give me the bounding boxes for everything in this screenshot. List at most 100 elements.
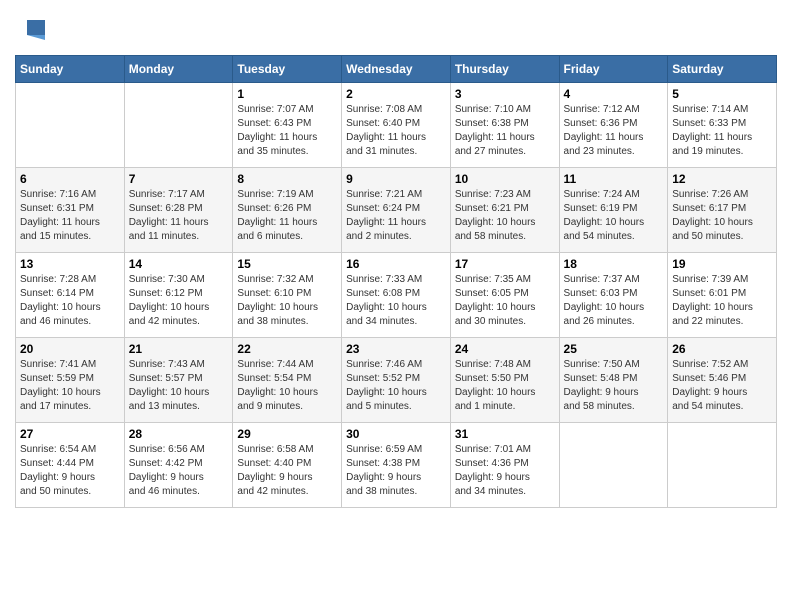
- day-cell: 24 Sunrise: 7:48 AM Sunset: 5:50 PM Dayli…: [450, 338, 559, 423]
- day-number: 24: [455, 342, 555, 356]
- day-detail: Sunrise: 7:24 AM Sunset: 6:19 PM Dayligh…: [564, 188, 664, 244]
- day-number: 26: [672, 342, 772, 356]
- day-cell: 3 Sunrise: 7:10 AM Sunset: 6:38 PM Daylig…: [450, 83, 559, 168]
- day-cell: 23 Sunrise: 7:46 AM Sunset: 5:52 PM Dayli…: [342, 338, 451, 423]
- week-row-2: 6 Sunrise: 7:16 AM Sunset: 6:31 PM Daylig…: [16, 168, 777, 253]
- day-cell: 10 Sunrise: 7:23 AM Sunset: 6:21 PM Dayli…: [450, 168, 559, 253]
- day-detail: Sunrise: 7:52 AM Sunset: 5:46 PM Dayligh…: [672, 358, 772, 414]
- day-cell: 30 Sunrise: 6:59 AM Sunset: 4:38 PM Dayli…: [342, 423, 451, 508]
- day-cell: 25 Sunrise: 7:50 AM Sunset: 5:48 PM Dayli…: [559, 338, 668, 423]
- day-cell: 20 Sunrise: 7:41 AM Sunset: 5:59 PM Dayli…: [16, 338, 125, 423]
- header-day-monday: Monday: [124, 56, 233, 83]
- day-number: 14: [129, 257, 229, 271]
- header-day-wednesday: Wednesday: [342, 56, 451, 83]
- day-number: 17: [455, 257, 555, 271]
- day-detail: Sunrise: 7:33 AM Sunset: 6:08 PM Dayligh…: [346, 273, 446, 329]
- day-detail: Sunrise: 7:46 AM Sunset: 5:52 PM Dayligh…: [346, 358, 446, 414]
- day-cell: 27Sunrise: 6:54 AM Sunset: 4:44 PM Dayli…: [16, 423, 125, 508]
- day-cell: 9 Sunrise: 7:21 AM Sunset: 6:24 PM Daylig…: [342, 168, 451, 253]
- day-cell: 11 Sunrise: 7:24 AM Sunset: 6:19 PM Dayli…: [559, 168, 668, 253]
- day-number: 10: [455, 172, 555, 186]
- day-detail: Sunrise: 7:50 AM Sunset: 5:48 PM Dayligh…: [564, 358, 664, 414]
- header-row: SundayMondayTuesdayWednesdayThursdayFrid…: [16, 56, 777, 83]
- day-cell: 5 Sunrise: 7:14 AM Sunset: 6:33 PM Daylig…: [668, 83, 777, 168]
- day-number: 30: [346, 427, 446, 441]
- day-detail: Sunrise: 7:39 AM Sunset: 6:01 PM Dayligh…: [672, 273, 772, 329]
- day-number: 5: [672, 87, 772, 101]
- day-detail: Sunrise: 7:14 AM Sunset: 6:33 PM Dayligh…: [672, 103, 772, 159]
- day-number: 31: [455, 427, 555, 441]
- day-detail: Sunrise: 6:54 AM Sunset: 4:44 PM Dayligh…: [20, 443, 120, 499]
- day-detail: Sunrise: 7:12 AM Sunset: 6:36 PM Dayligh…: [564, 103, 664, 159]
- day-detail: Sunrise: 7:16 AM Sunset: 6:31 PM Dayligh…: [20, 188, 120, 244]
- day-number: 23: [346, 342, 446, 356]
- day-detail: Sunrise: 6:59 AM Sunset: 4:38 PM Dayligh…: [346, 443, 446, 499]
- day-number: 3: [455, 87, 555, 101]
- day-detail: Sunrise: 7:28 AM Sunset: 6:14 PM Dayligh…: [20, 273, 120, 329]
- day-cell: [124, 83, 233, 168]
- header-day-tuesday: Tuesday: [233, 56, 342, 83]
- logo: [15, 15, 47, 45]
- day-detail: Sunrise: 7:17 AM Sunset: 6:28 PM Dayligh…: [129, 188, 229, 244]
- day-cell: 15Sunrise: 7:32 AM Sunset: 6:10 PM Dayli…: [233, 253, 342, 338]
- calendar-header: SundayMondayTuesdayWednesdayThursdayFrid…: [16, 56, 777, 83]
- day-cell: 6 Sunrise: 7:16 AM Sunset: 6:31 PM Daylig…: [16, 168, 125, 253]
- calendar-table: SundayMondayTuesdayWednesdayThursdayFrid…: [15, 55, 777, 508]
- day-cell: 26 Sunrise: 7:52 AM Sunset: 5:46 PM Dayli…: [668, 338, 777, 423]
- header-day-saturday: Saturday: [668, 56, 777, 83]
- day-number: 8: [237, 172, 337, 186]
- day-cell: 28 Sunrise: 6:56 AM Sunset: 4:42 PM Dayli…: [124, 423, 233, 508]
- day-detail: Sunrise: 7:37 AM Sunset: 6:03 PM Dayligh…: [564, 273, 664, 329]
- day-cell: 31 Sunrise: 7:01 AM Sunset: 4:36 PM Dayli…: [450, 423, 559, 508]
- day-number: 9: [346, 172, 446, 186]
- day-detail: Sunrise: 7:35 AM Sunset: 6:05 PM Dayligh…: [455, 273, 555, 329]
- day-number: 7: [129, 172, 229, 186]
- day-number: 19: [672, 257, 772, 271]
- day-detail: Sunrise: 7:07 AM Sunset: 6:43 PM Dayligh…: [237, 103, 337, 159]
- day-cell: 29 Sunrise: 6:58 AM Sunset: 4:40 PM Dayli…: [233, 423, 342, 508]
- day-cell: 19 Sunrise: 7:39 AM Sunset: 6:01 PM Dayli…: [668, 253, 777, 338]
- day-number: 29: [237, 427, 337, 441]
- day-number: 20: [20, 342, 120, 356]
- day-cell: 22 Sunrise: 7:44 AM Sunset: 5:54 PM Dayli…: [233, 338, 342, 423]
- day-number: 6: [20, 172, 120, 186]
- day-detail: Sunrise: 7:48 AM Sunset: 5:50 PM Dayligh…: [455, 358, 555, 414]
- day-cell: 1Sunrise: 7:07 AM Sunset: 6:43 PM Daylig…: [233, 83, 342, 168]
- day-detail: Sunrise: 6:56 AM Sunset: 4:42 PM Dayligh…: [129, 443, 229, 499]
- day-detail: Sunrise: 7:23 AM Sunset: 6:21 PM Dayligh…: [455, 188, 555, 244]
- day-number: 18: [564, 257, 664, 271]
- day-cell: [16, 83, 125, 168]
- day-cell: 14Sunrise: 7:30 AM Sunset: 6:12 PM Dayli…: [124, 253, 233, 338]
- day-detail: Sunrise: 7:10 AM Sunset: 6:38 PM Dayligh…: [455, 103, 555, 159]
- day-cell: 7 Sunrise: 7:17 AM Sunset: 6:28 PM Daylig…: [124, 168, 233, 253]
- day-detail: Sunrise: 7:43 AM Sunset: 5:57 PM Dayligh…: [129, 358, 229, 414]
- logo-icon: [17, 15, 47, 45]
- day-number: 22: [237, 342, 337, 356]
- day-detail: Sunrise: 7:01 AM Sunset: 4:36 PM Dayligh…: [455, 443, 555, 499]
- day-cell: 21 Sunrise: 7:43 AM Sunset: 5:57 PM Dayli…: [124, 338, 233, 423]
- day-detail: Sunrise: 7:41 AM Sunset: 5:59 PM Dayligh…: [20, 358, 120, 414]
- day-cell: 2 Sunrise: 7:08 AM Sunset: 6:40 PM Daylig…: [342, 83, 451, 168]
- header-day-friday: Friday: [559, 56, 668, 83]
- header-day-sunday: Sunday: [16, 56, 125, 83]
- day-detail: Sunrise: 7:32 AM Sunset: 6:10 PM Dayligh…: [237, 273, 337, 329]
- day-cell: 12Sunrise: 7:26 AM Sunset: 6:17 PM Dayli…: [668, 168, 777, 253]
- day-detail: Sunrise: 7:44 AM Sunset: 5:54 PM Dayligh…: [237, 358, 337, 414]
- day-number: 21: [129, 342, 229, 356]
- day-number: 2: [346, 87, 446, 101]
- day-number: 25: [564, 342, 664, 356]
- day-number: 4: [564, 87, 664, 101]
- day-detail: Sunrise: 7:21 AM Sunset: 6:24 PM Dayligh…: [346, 188, 446, 244]
- week-row-1: 1Sunrise: 7:07 AM Sunset: 6:43 PM Daylig…: [16, 83, 777, 168]
- page-header: [15, 15, 777, 45]
- calendar-body: 1Sunrise: 7:07 AM Sunset: 6:43 PM Daylig…: [16, 83, 777, 508]
- day-detail: Sunrise: 7:08 AM Sunset: 6:40 PM Dayligh…: [346, 103, 446, 159]
- day-number: 11: [564, 172, 664, 186]
- day-cell: 18 Sunrise: 7:37 AM Sunset: 6:03 PM Dayli…: [559, 253, 668, 338]
- day-cell: [668, 423, 777, 508]
- day-cell: 4 Sunrise: 7:12 AM Sunset: 6:36 PM Daylig…: [559, 83, 668, 168]
- day-number: 28: [129, 427, 229, 441]
- day-cell: [559, 423, 668, 508]
- day-number: 16: [346, 257, 446, 271]
- day-detail: Sunrise: 6:58 AM Sunset: 4:40 PM Dayligh…: [237, 443, 337, 499]
